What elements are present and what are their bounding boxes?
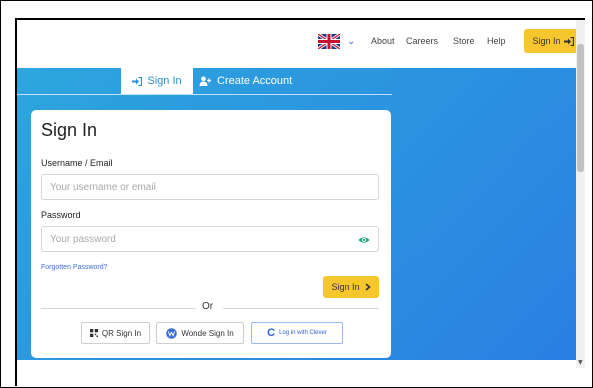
- wonde-sign-in-button[interactable]: Wonde Sign In: [156, 322, 244, 344]
- nav-link-about[interactable]: About: [371, 36, 395, 46]
- scrollbar-thumb[interactable]: [577, 44, 584, 172]
- vertical-scrollbar[interactable]: ▼: [576, 20, 585, 368]
- clever-sign-in-button[interactable]: C Log in with Clever: [251, 322, 343, 344]
- nav-link-help[interactable]: Help: [487, 36, 506, 46]
- qr-sign-in-button[interactable]: QR Sign In: [81, 322, 150, 344]
- password-label: Password: [41, 210, 81, 220]
- username-label: Username / Email: [41, 158, 113, 168]
- browser-window: ⌄ About Careers Store Help Sign In Sign …: [15, 18, 585, 386]
- chevron-down-icon[interactable]: ⌄: [347, 36, 355, 47]
- sign-in-icon: [563, 36, 574, 46]
- divider-right: [223, 308, 379, 309]
- header-sign-in-button[interactable]: Sign In: [524, 29, 582, 53]
- or-label: Or: [202, 301, 214, 312]
- tab-sign-in-label: Sign In: [147, 75, 182, 87]
- scroll-down-arrow-icon[interactable]: ▼: [578, 359, 583, 366]
- sign-in-panel: Sign In Create Account Sign In Username …: [17, 68, 578, 360]
- divider-left: [41, 308, 196, 309]
- submit-sign-in-button[interactable]: Sign In: [323, 276, 379, 298]
- username-input[interactable]: [42, 175, 350, 200]
- header-sign-in-label: Sign In: [532, 36, 561, 46]
- top-navigation: ⌄ About Careers Store Help Sign In: [17, 20, 582, 68]
- submit-sign-in-label: Sign In: [331, 282, 360, 292]
- tab-create-account-label: Create Account: [217, 75, 293, 87]
- nav-link-careers[interactable]: Careers: [406, 36, 438, 46]
- forgot-password-link[interactable]: Forgotten Password?: [41, 264, 108, 271]
- username-field-wrapper: [41, 174, 379, 200]
- wonde-icon: [166, 327, 178, 339]
- uk-flag-icon[interactable]: [318, 34, 340, 49]
- auth-tabs: Sign In Create Account: [17, 68, 392, 95]
- sign-in-card: Sign In Username / Email Password Forgot…: [31, 110, 391, 358]
- password-field-wrapper: [41, 226, 379, 252]
- form-title: Sign In: [41, 120, 98, 140]
- tab-create-account[interactable]: Create Account: [199, 68, 292, 94]
- clever-sign-in-label: Log in with Clever: [279, 330, 327, 336]
- wonde-sign-in-label: Wonde Sign In: [181, 328, 234, 338]
- password-input[interactable]: [42, 227, 350, 252]
- eye-icon[interactable]: [358, 234, 370, 246]
- sign-in-icon: [132, 76, 143, 86]
- qr-sign-in-label: QR Sign In: [101, 328, 142, 338]
- nav-link-store[interactable]: Store: [453, 36, 475, 46]
- tab-sign-in[interactable]: Sign In: [121, 68, 193, 94]
- chevron-right-icon: [364, 283, 371, 291]
- add-user-icon: [199, 76, 211, 86]
- clever-icon: C: [267, 327, 276, 339]
- qr-code-icon: [89, 329, 98, 337]
